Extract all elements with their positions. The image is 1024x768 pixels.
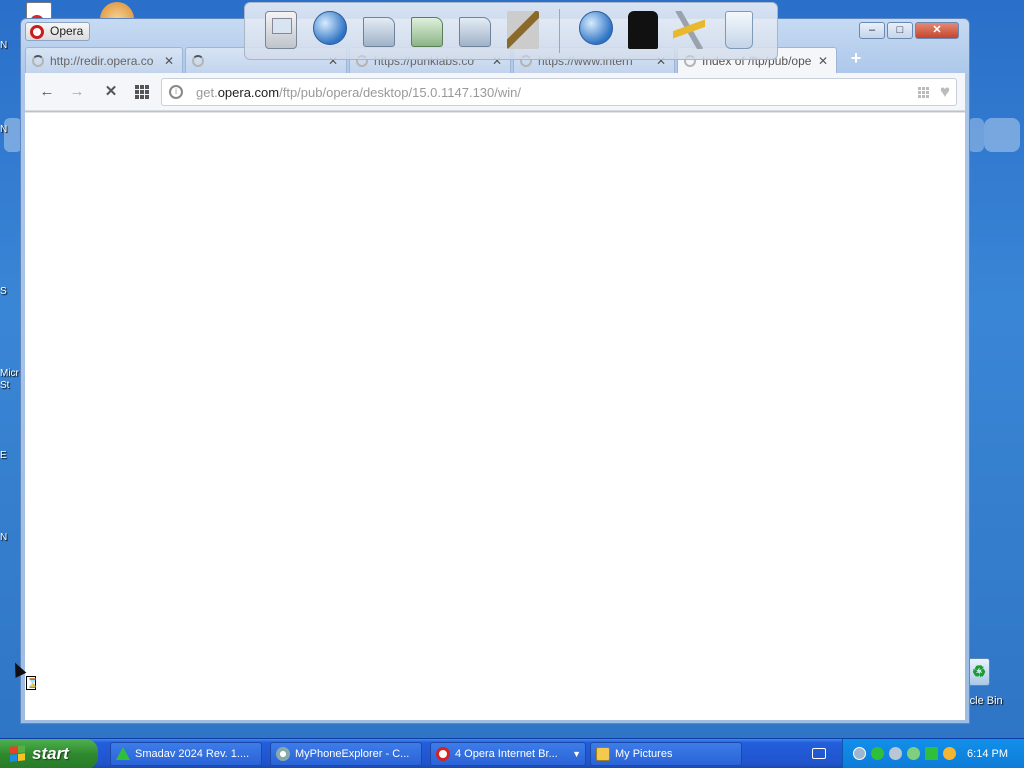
close-button[interactable]: ✕ <box>915 22 959 39</box>
tab-title: http://redir.opera.co <box>50 53 154 68</box>
navigation-toolbar: ← → ✕ i get.opera.com/ftp/pub/opera/desk… <box>25 73 965 111</box>
recycle-bin-icon[interactable]: ♻ <box>968 658 990 686</box>
address-path: /ftp/pub/opera/desktop/15.0.1147.130/win… <box>279 85 521 100</box>
opera-logo-icon <box>30 25 44 39</box>
address-text[interactable]: get.opera.com/ftp/pub/opera/desktop/15.0… <box>196 85 521 100</box>
desktop-icon-partial-right2[interactable] <box>968 118 984 152</box>
recycle-bin-icon[interactable] <box>719 9 759 55</box>
speed-dial-icon[interactable] <box>135 85 149 99</box>
new-tab-button[interactable]: + <box>847 49 865 68</box>
globe-icon[interactable] <box>309 9 349 55</box>
taskbar: start Smadav 2024 Rev. 1.... MyPhoneExpl… <box>0 738 1024 768</box>
desktop-label: N <box>0 532 8 543</box>
minimize-button[interactable]: – <box>859 22 885 39</box>
taskbar-item-label: MyPhoneExplorer - C... <box>295 748 410 760</box>
group-dropdown-icon[interactable]: ▼ <box>572 743 581 765</box>
tray-sync-icon[interactable] <box>907 747 920 760</box>
folder-icon[interactable] <box>359 9 399 55</box>
dock-separator <box>559 9 560 53</box>
maximize-button[interactable]: □ <box>887 22 913 39</box>
tab-close-icon[interactable]: ✕ <box>818 54 828 68</box>
desktop-label: S <box>0 286 7 297</box>
opera-menu-label: Opera <box>50 24 84 38</box>
desktop-icon-partial-right[interactable] <box>984 118 1020 152</box>
folder-disk-icon[interactable] <box>455 9 495 55</box>
monitor-icon[interactable] <box>261 9 301 55</box>
keyboard-icon[interactable] <box>812 748 826 759</box>
shirt-icon[interactable] <box>623 9 663 55</box>
system-tray: 6:14 PM <box>842 739 1024 768</box>
taskbar-item-label: 4 Opera Internet Br... <box>455 748 558 760</box>
tray-usb-icon[interactable] <box>889 747 902 760</box>
desktop-label: N <box>0 124 8 135</box>
clock[interactable]: 6:14 PM <box>967 739 1008 768</box>
start-label: start <box>32 744 69 763</box>
loading-spinner-icon <box>192 54 204 67</box>
stop-button[interactable]: ✕ <box>101 82 121 102</box>
address-prefix: get. <box>196 85 218 100</box>
taskbar-item-myphoneexplorer[interactable]: MyPhoneExplorer - C... <box>270 742 422 766</box>
speed-dial-add-icon[interactable] <box>918 87 930 99</box>
desktop-label: N <box>0 40 8 51</box>
bookmark-heart-icon[interactable]: ♥ <box>940 82 950 102</box>
forward-button[interactable]: → <box>67 82 87 102</box>
desktop-label: St <box>0 380 10 391</box>
desktop-label: E <box>0 450 7 461</box>
myphoneexplorer-icon <box>276 747 290 761</box>
tray-speaker-icon[interactable] <box>853 747 866 760</box>
folder-green-icon[interactable] <box>407 9 447 55</box>
dock-toolbar <box>244 2 778 60</box>
smadav-icon <box>116 747 130 760</box>
tray-search-icon[interactable] <box>943 747 956 760</box>
taskbar-item-label: My Pictures <box>615 748 673 760</box>
browser-window: Opera – □ ✕ http://redir.opera.co ✕ ✕ ht… <box>20 18 970 724</box>
loading-spinner-icon <box>32 54 44 67</box>
taskbar-item-opera[interactable]: 4 Opera Internet Br... ▼ <box>430 742 586 766</box>
recycle-bin-label: rcle Bin <box>966 695 1003 707</box>
window-controls: – □ ✕ <box>859 22 959 39</box>
tray-smadav-icon[interactable] <box>925 747 938 760</box>
tab-close-icon[interactable]: ✕ <box>164 54 174 68</box>
hourglass-icon: ⌛ <box>26 676 39 690</box>
desktop-label: Micr <box>0 368 19 379</box>
start-button[interactable]: start <box>0 739 98 768</box>
taskbar-item-my-pictures[interactable]: My Pictures <box>590 742 742 766</box>
tools-icon[interactable] <box>503 9 543 55</box>
address-bar[interactable]: i get.opera.com/ftp/pub/opera/desktop/15… <box>161 78 957 106</box>
tab[interactable]: http://redir.opera.co ✕ <box>25 47 183 73</box>
taskbar-item-smadav[interactable]: Smadav 2024 Rev. 1.... <box>110 742 262 766</box>
windows-flag-icon <box>10 745 26 763</box>
page-content <box>25 112 965 720</box>
hammer-icon[interactable] <box>669 9 709 55</box>
taskbar-item-label: Smadav 2024 Rev. 1.... <box>135 748 250 760</box>
globe-icon: i <box>169 85 183 99</box>
opera-menu-button[interactable]: Opera <box>25 22 91 41</box>
network-globe-icon[interactable] <box>575 9 615 55</box>
folder-icon <box>596 747 610 761</box>
opera-icon <box>436 747 450 761</box>
address-host: opera.com <box>217 85 280 100</box>
back-button[interactable]: ← <box>37 82 57 102</box>
tray-network-icon[interactable] <box>871 747 884 760</box>
